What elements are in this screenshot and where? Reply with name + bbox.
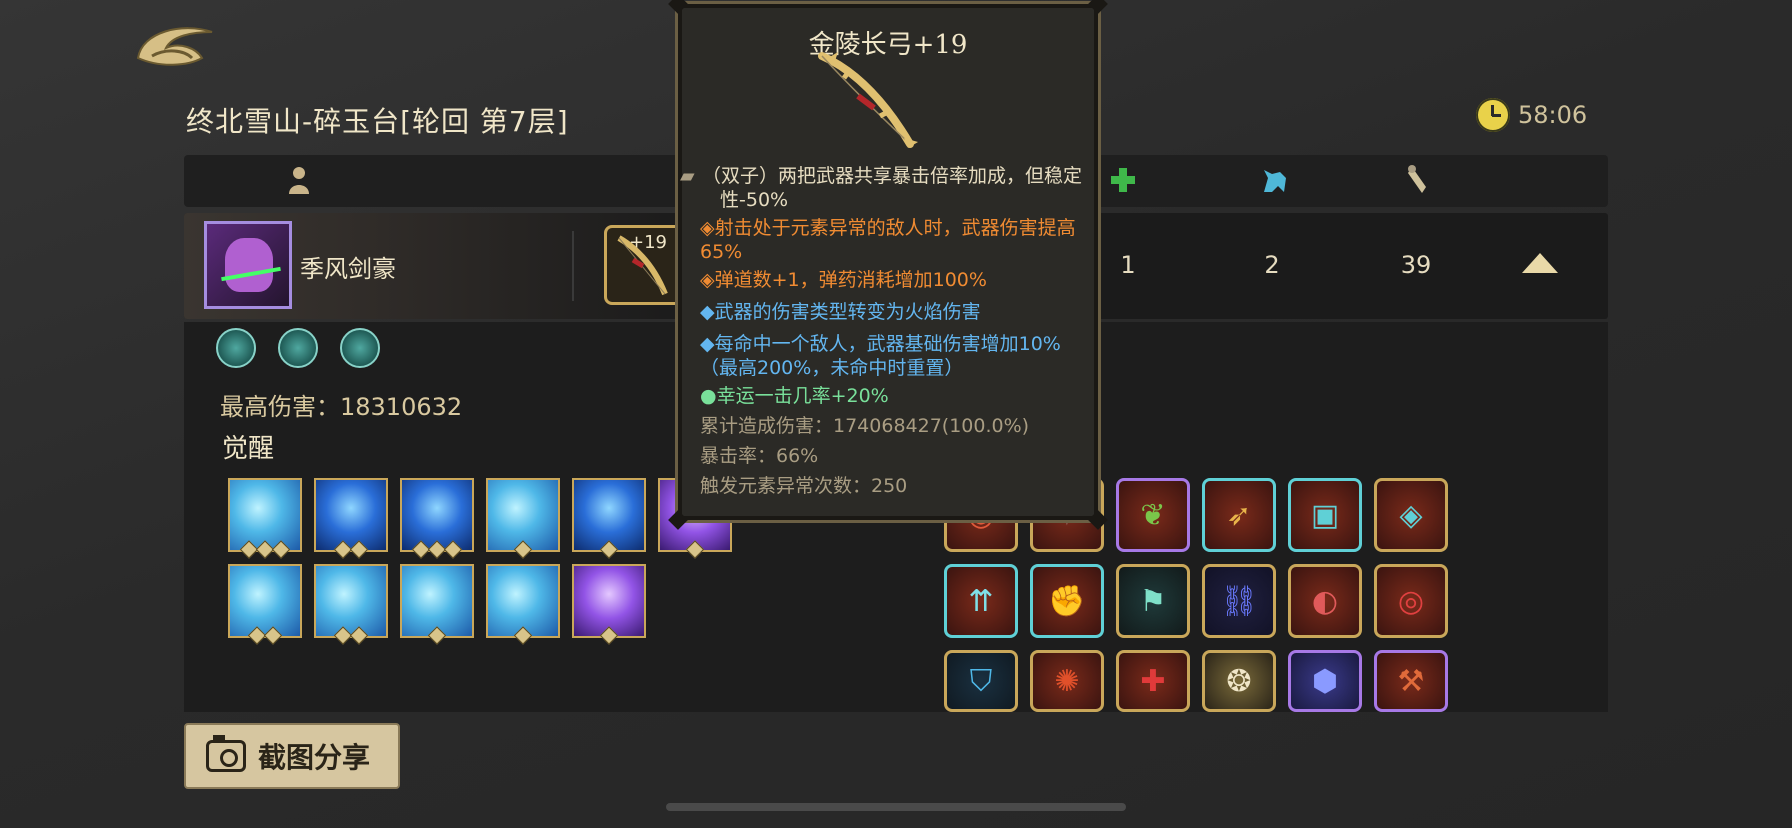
tooltip-line: ◈射击处于元素异常的敌人时，武器伤害提高65%	[700, 217, 1076, 263]
weapon-slot[interactable]: +19	[604, 225, 684, 305]
relic-icon[interactable]: ⚒	[1374, 650, 1448, 712]
tooltip-line: ●幸运一击几率+20%	[700, 385, 889, 407]
relic-icon[interactable]: ◐	[1288, 564, 1362, 638]
relic-icon[interactable]: ⛉	[944, 650, 1018, 712]
awaken-skill-icon[interactable]	[228, 478, 302, 559]
timer: 58:06	[1476, 98, 1587, 132]
awaken-skill-icon[interactable]	[486, 564, 560, 645]
stat-value-1: 1	[1120, 251, 1136, 279]
relic-icon[interactable]: ◎	[1374, 564, 1448, 638]
beast-icon[interactable]	[1260, 165, 1290, 195]
relic-icon[interactable]: ▣	[1288, 478, 1362, 552]
relic-icon[interactable]: ✺	[1030, 650, 1104, 712]
stat-value-3: 39	[1400, 251, 1432, 279]
tooltip-corner	[668, 0, 688, 14]
bow-icon	[617, 235, 668, 296]
relic-icon[interactable]: ⬢	[1288, 650, 1362, 712]
awaken-skill-icon[interactable]	[228, 564, 302, 645]
tooltip-line: ◆每命中一个敌人，武器基础伤害增加10%（最高200%，未命中时重置）	[700, 333, 1061, 379]
tooltip-line: （双子）两把武器共享暴击倍率加成，但稳定性-50%	[702, 165, 1083, 211]
awaken-skill-icon[interactable]	[400, 478, 474, 559]
relic-icon[interactable]: ⚑	[1116, 564, 1190, 638]
tooltip-corner	[1088, 0, 1108, 14]
longbow-icon	[818, 52, 918, 148]
relic-icon[interactable]: ✚	[1116, 650, 1190, 712]
screenshot-share-button[interactable]: 截图分享	[184, 723, 400, 789]
plus-icon[interactable]	[1108, 165, 1138, 195]
clock-icon	[1476, 98, 1510, 132]
timer-value: 58:06	[1518, 101, 1588, 129]
collapse-arrow-icon[interactable]	[1522, 253, 1558, 273]
max-damage: 最高伤害：18310632	[220, 393, 463, 421]
game-logo-icon[interactable]	[132, 18, 218, 72]
share-label: 截图分享	[258, 741, 371, 774]
home-indicator[interactable]	[666, 803, 1126, 811]
awaken-skill-icon[interactable]	[486, 478, 560, 559]
weapon-tooltip: 金陵长弓+19 ▰ （双子）两把武器共享暴击倍率加成，但稳定性-50% ◈射击处于…	[668, 0, 1108, 530]
camera-icon	[206, 735, 246, 772]
tooltip-stat: 累计造成伤害：174068427(100.0%)	[700, 415, 1030, 437]
skill-icon-3[interactable]	[340, 328, 380, 368]
stat-value-2: 2	[1264, 251, 1280, 279]
character-portrait[interactable]	[204, 221, 292, 309]
skill-icon-1[interactable]	[216, 328, 256, 368]
relic-icon[interactable]: ⇈	[944, 564, 1018, 638]
skill-icon-2[interactable]	[278, 328, 318, 368]
scroll-icon[interactable]	[1404, 165, 1434, 195]
relic-icon[interactable]: ❦	[1116, 478, 1190, 552]
tooltip-stat: 触发元素异常次数：250	[700, 475, 908, 497]
character-name: 季风剑豪	[300, 255, 396, 283]
relic-icon[interactable]: ⛓	[1202, 564, 1276, 638]
relic-icon[interactable]: ➶	[1202, 478, 1276, 552]
awaken-skill-icon[interactable]	[572, 564, 646, 645]
divider	[572, 231, 574, 301]
awaken-heading: 觉醒	[222, 434, 275, 464]
tooltip-line: ◆武器的伤害类型转变为火焰伤害	[700, 301, 981, 323]
awaken-skill-icon[interactable]	[314, 564, 388, 645]
portrait-face	[225, 238, 273, 292]
awaken-skill-icon[interactable]	[400, 564, 474, 645]
tooltip-line: ◈弹道数+1，弹药消耗增加100%	[700, 269, 987, 291]
awaken-skill-icon[interactable]	[572, 478, 646, 559]
stage-title: 终北雪山-碎玉台[轮回 第7层]	[186, 105, 569, 138]
awaken-skill-icon[interactable]	[314, 478, 388, 559]
relic-icon[interactable]: ✊	[1030, 564, 1104, 638]
person-icon[interactable]	[284, 165, 314, 195]
relic-icon[interactable]: ◈	[1374, 478, 1448, 552]
relic-icon[interactable]: ❂	[1202, 650, 1276, 712]
tooltip-stat: 暴击率：66%	[700, 445, 819, 467]
